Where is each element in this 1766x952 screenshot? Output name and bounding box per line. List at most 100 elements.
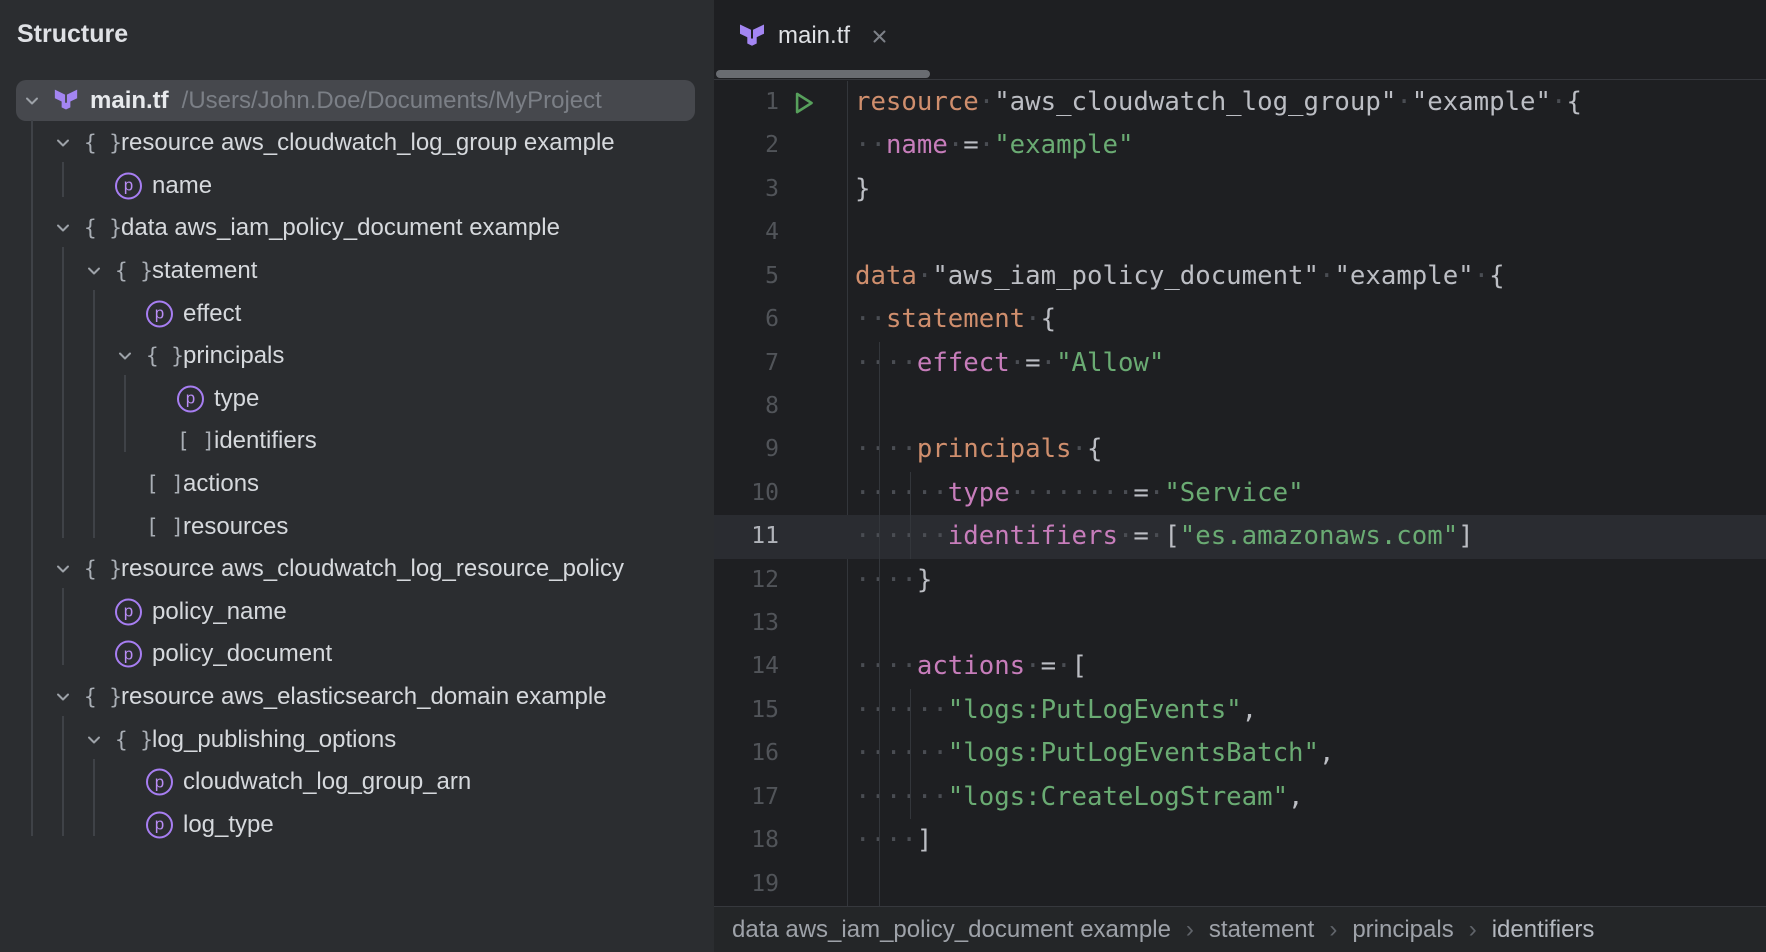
- structure-tree-row[interactable]: { }principals: [0, 335, 714, 378]
- ide-window: Structure main.tf/Users/John.Doe/Documen…: [0, 0, 1766, 952]
- line-number: 3: [714, 168, 779, 211]
- property-icon: p: [115, 598, 142, 625]
- structure-tree-row[interactable]: [ ]identifiers: [0, 420, 714, 463]
- tree-item-label: identifiers: [214, 427, 317, 455]
- line-number: 19: [714, 863, 779, 906]
- structure-panel-title: Structure: [17, 20, 128, 49]
- code-line-text: ····actions·=·[: [855, 645, 1087, 688]
- property-icon: p: [146, 769, 173, 796]
- structure-tree-row[interactable]: ptype: [0, 377, 714, 420]
- code-indent-guide: [879, 342, 880, 906]
- code-line-current[interactable]: 11······identifiers·=·["es.amazonaws.com…: [714, 515, 1766, 558]
- chevron-down-icon[interactable]: [115, 346, 135, 366]
- tree-item-label: effect: [183, 300, 241, 328]
- code-line-text: ······"logs:CreateLogStream",: [855, 776, 1304, 819]
- structure-tree-row[interactable]: ppolicy_document: [0, 633, 714, 676]
- structure-tree-row[interactable]: pname: [0, 164, 714, 207]
- code-line[interactable]: 5data·"aws_iam_policy_document"·"example…: [714, 255, 1766, 298]
- structure-tree-row[interactable]: { }statement: [0, 249, 714, 292]
- tree-indent-guide: [62, 588, 64, 665]
- code-line-text: resource·"aws_cloudwatch_log_group"·"exa…: [855, 81, 1582, 124]
- structure-tree-row[interactable]: { }resource aws_cloudwatch_log_resource_…: [0, 548, 714, 591]
- code-line[interactable]: 8: [714, 385, 1766, 428]
- chevron-down-icon[interactable]: [84, 730, 104, 750]
- structure-tree-row[interactable]: { }resource aws_elasticsearch_domain exa…: [0, 675, 714, 718]
- code-line-text: ····effect·=·"Allow": [855, 342, 1164, 385]
- line-number: 17: [714, 776, 779, 819]
- line-number: 13: [714, 602, 779, 645]
- breadcrumb-separator-icon: ›: [1329, 916, 1337, 944]
- structure-tree-row[interactable]: p cloudwatch_log_group_arn: [0, 761, 714, 804]
- breadcrumb-item[interactable]: identifiers: [1492, 916, 1595, 944]
- code-line[interactable]: 16 ······"logs:PutLogEventsBatch",: [714, 732, 1766, 775]
- property-icon: p: [177, 385, 204, 412]
- tree-item-label: log_publishing_options: [152, 726, 396, 754]
- line-number: 18: [714, 819, 779, 862]
- code-line-text: }: [855, 168, 870, 211]
- code-line-text: ······identifiers·=·["es.amazonaws.com"]: [855, 515, 1474, 558]
- code-line-text: ······"logs:PutLogEventsBatch",: [855, 732, 1334, 775]
- array-icon: [ ]: [146, 515, 184, 539]
- chevron-down-icon[interactable]: [22, 91, 42, 111]
- code-line[interactable]: 12····}: [714, 559, 1766, 602]
- breadcrumb-separator-icon: ›: [1469, 916, 1477, 944]
- structure-tree-row-root[interactable]: main.tf/Users/John.Doe/Documents/MyProje…: [0, 79, 714, 122]
- close-icon[interactable]: [870, 27, 889, 46]
- code-line[interactable]: 4: [714, 211, 1766, 254]
- breadcrumb-item[interactable]: principals: [1352, 916, 1453, 944]
- code-editor[interactable]: 1resource·"aws_cloudwatch_log_group"·"ex…: [714, 81, 1766, 906]
- object-icon: { }: [84, 131, 122, 155]
- code-line[interactable]: 2··name·=·"example": [714, 124, 1766, 167]
- breadcrumb-item[interactable]: statement: [1209, 916, 1314, 944]
- code-line[interactable]: 15······"logs:PutLogEvents",: [714, 689, 1766, 732]
- structure-tree-row[interactable]: { }log_publishing_options: [0, 718, 714, 761]
- tree-item-label: actions: [183, 470, 259, 498]
- breadcrumb: data aws_iam_policy_document example › sta…: [714, 906, 1766, 952]
- line-number: 14: [714, 645, 779, 688]
- structure-tree-row[interactable]: ppolicy_name: [0, 590, 714, 633]
- code-line[interactable]: 9····principals·{: [714, 428, 1766, 471]
- chevron-down-icon[interactable]: [53, 559, 73, 579]
- line-number: 12: [714, 559, 779, 602]
- breadcrumb-item[interactable]: data aws_iam_policy_document example: [732, 916, 1171, 944]
- line-number: 8: [714, 385, 779, 428]
- structure-tree-row[interactable]: { }resource aws_cloudwatch_log_group exa…: [0, 122, 714, 165]
- tree-item-label: cloudwatch_log_group_arn: [183, 768, 471, 796]
- code-line[interactable]: 13: [714, 602, 1766, 645]
- object-icon: { }: [115, 728, 153, 752]
- tree-item-label: log_type: [183, 811, 274, 839]
- chevron-down-icon[interactable]: [53, 133, 73, 153]
- editor-area: main.tf 1resource·"aws_cloudwatch_log_gr…: [714, 0, 1766, 952]
- line-number: 16: [714, 732, 779, 775]
- code-line[interactable]: 14 ····actions·=·[: [714, 645, 1766, 688]
- tree-item-label: main.tf/Users/John.Doe/Documents/MyProje…: [90, 87, 602, 115]
- code-line[interactable]: 18····]: [714, 819, 1766, 862]
- active-tab-indicator: [716, 70, 930, 78]
- code-line-text: ··name·=·"example": [855, 124, 1133, 167]
- code-line[interactable]: 10······type········=·"Service": [714, 472, 1766, 515]
- chevron-down-icon[interactable]: [53, 218, 73, 238]
- code-line[interactable]: 3}: [714, 168, 1766, 211]
- structure-tree-row[interactable]: plog_type: [0, 803, 714, 846]
- tree-indent-guide: [93, 759, 95, 836]
- code-line-text: ······"logs:PutLogEvents",: [855, 689, 1257, 732]
- terraform-icon: [53, 85, 79, 116]
- code-line[interactable]: 6··statement·{: [714, 298, 1766, 341]
- tree-item-label: type: [214, 385, 259, 413]
- run-gutter-icon[interactable]: [788, 88, 818, 118]
- structure-tree-row[interactable]: [ ]actions: [0, 462, 714, 505]
- chevron-down-icon[interactable]: [84, 261, 104, 281]
- tree-indent-guide: [31, 120, 33, 836]
- line-number: 7: [714, 342, 779, 385]
- structure-tree-row[interactable]: [ ]resources: [0, 505, 714, 548]
- code-line[interactable]: 1resource·"aws_cloudwatch_log_group"·"ex…: [714, 81, 1766, 124]
- chevron-down-icon[interactable]: [53, 687, 73, 707]
- structure-tree-row[interactable]: { }data aws_iam_policy_document example: [0, 207, 714, 250]
- code-line[interactable]: 19: [714, 863, 1766, 906]
- structure-tree-row[interactable]: peffect: [0, 292, 714, 335]
- terraform-icon: [738, 20, 766, 53]
- tab-main-tf[interactable]: main.tf: [738, 12, 889, 60]
- code-line[interactable]: 17 ······"logs:CreateLogStream",: [714, 776, 1766, 819]
- code-line[interactable]: 7 ····effect·=·"Allow": [714, 342, 1766, 385]
- line-number: 6: [714, 298, 779, 341]
